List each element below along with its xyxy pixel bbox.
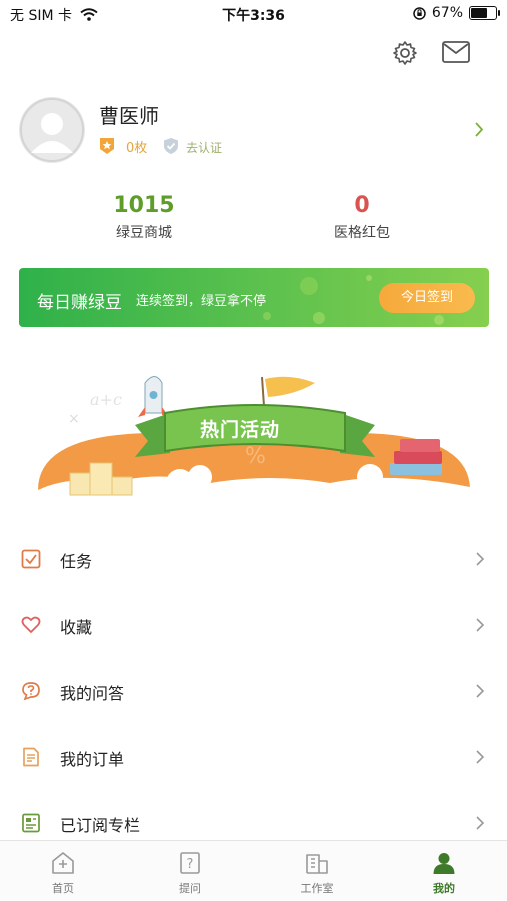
hot-activity-title: 热门活动	[200, 419, 281, 441]
heart-icon	[21, 616, 41, 633]
tab-home[interactable]: 首页	[0, 841, 126, 901]
orientation-lock-icon	[413, 6, 426, 20]
daily-checkin-banner[interactable]: 每日赚绿豆 连续签到，绿豆拿不停 今日签到	[19, 268, 489, 327]
svg-text:a+c: a+c	[90, 390, 122, 409]
verify-shield-icon	[164, 138, 178, 154]
menu-item-label: 已订阅专栏	[60, 816, 141, 835]
menu-item-favorites[interactable]: 收藏	[0, 593, 507, 659]
column-icon	[22, 813, 40, 833]
question-icon: ?	[180, 852, 200, 874]
order-icon	[23, 747, 39, 767]
tab-label: 首页	[52, 882, 74, 895]
home-icon	[52, 852, 74, 874]
settings-gear-icon[interactable]	[392, 40, 418, 66]
studio-icon	[306, 854, 328, 874]
chevron-right-icon	[476, 552, 485, 566]
green-bean-mall-label[interactable]: 绿豆商城	[64, 222, 224, 242]
tab-ask[interactable]: ? 提问	[127, 841, 253, 901]
menu-item-my-orders[interactable]: 我的订单	[0, 725, 507, 791]
svg-text:?: ?	[187, 857, 194, 872]
profile-chevron-right-icon[interactable]	[474, 121, 484, 138]
hot-activity-banner[interactable]: % a+c × 热门活动	[30, 365, 480, 505]
battery-icon	[469, 6, 500, 20]
verify-link[interactable]: 去认证	[186, 139, 222, 156]
tab-label: 提问	[179, 882, 201, 895]
chevron-right-icon	[476, 750, 485, 764]
svg-text:×: ×	[68, 411, 80, 427]
qa-icon	[22, 682, 40, 701]
checkin-button[interactable]: 今日签到	[379, 283, 475, 313]
menu-item-label: 我的问答	[60, 684, 125, 703]
profile-name: 曹医师	[99, 104, 159, 128]
menu-item-task[interactable]: 任务	[0, 527, 507, 593]
avatar[interactable]	[19, 97, 85, 163]
chevron-right-icon	[476, 618, 485, 632]
menu-item-label: 任务	[60, 552, 93, 571]
svg-text:%: %	[245, 444, 266, 469]
green-bean-count[interactable]: 1015	[64, 193, 224, 218]
chevron-right-icon	[476, 684, 485, 698]
menu-item-label: 我的订单	[60, 750, 125, 769]
medal-icon	[100, 138, 114, 154]
menu-item-label: 收藏	[60, 618, 93, 637]
mail-icon[interactable]	[442, 41, 470, 63]
tab-mine[interactable]: 我的	[381, 841, 507, 901]
status-bar: 无 SIM 卡 下午3:36 67%	[0, 0, 507, 28]
task-icon	[21, 549, 41, 569]
red-packet-label[interactable]: 医格红包	[282, 222, 442, 242]
red-packet-count[interactable]: 0	[282, 193, 442, 218]
menu-item-my-qa[interactable]: 我的问答	[0, 659, 507, 725]
banner-title: 每日赚绿豆	[37, 293, 122, 313]
tab-label: 我的	[433, 882, 455, 895]
status-right-group: 67%	[413, 5, 500, 21]
tab-label: 工作室	[300, 882, 334, 895]
battery-percent: 67%	[431, 5, 463, 21]
profile-icon	[433, 853, 455, 874]
medal-count: 0枚	[126, 141, 148, 156]
default-avatar-icon	[20, 98, 84, 162]
chevron-right-icon	[476, 816, 485, 830]
bottom-tab-bar: 首页 ? 提问 工作室 我的	[0, 840, 507, 901]
tab-studio[interactable]: 工作室	[254, 841, 380, 901]
banner-subtitle: 连续签到，绿豆拿不停	[136, 294, 267, 309]
